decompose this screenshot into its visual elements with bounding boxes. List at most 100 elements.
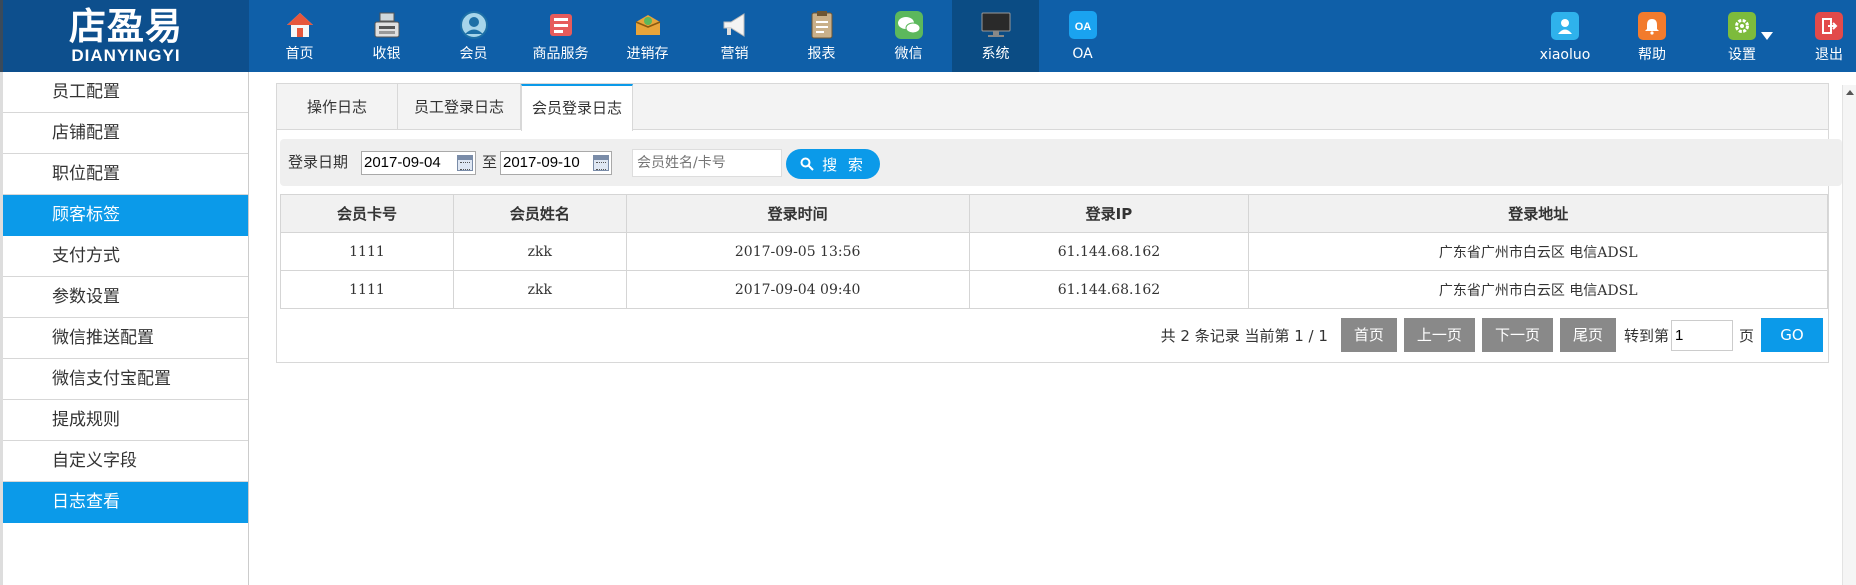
- tab-staff-login-log[interactable]: 员工登录日志: [398, 84, 521, 130]
- sidebar-item-payment-methods[interactable]: 支付方式: [3, 236, 248, 277]
- product-icon: [544, 8, 578, 42]
- sidebar-item-store-config[interactable]: 店铺配置: [3, 113, 248, 154]
- cell-login-ip: 61.144.68.162: [968, 232, 1250, 271]
- logout-icon: [1815, 12, 1843, 40]
- calendar-icon[interactable]: [593, 155, 609, 171]
- member-icon: [457, 8, 491, 42]
- search-button-label: 搜 索: [822, 155, 866, 174]
- pagination-info: 共 2 条记录 当前第 1 / 1: [1160, 326, 1328, 345]
- page-number-input[interactable]: [1670, 319, 1733, 351]
- nav-label: 商品服务: [532, 46, 589, 62]
- sidebar: 员工配置 店铺配置 职位配置 顾客标签 支付方式 参数设置 微信推送配置 微信支…: [0, 72, 249, 585]
- nav-label: OA: [1072, 46, 1093, 62]
- nav-label: 收银: [372, 46, 401, 62]
- filter-bar: 登录日期 2017-09-04 至 2017-09-10 搜 索: [280, 139, 1842, 186]
- last-page-button[interactable]: 尾页: [1559, 318, 1616, 352]
- nav-item-system[interactable]: 系统: [952, 0, 1039, 72]
- vertical-scrollbar[interactable]: [1842, 85, 1856, 585]
- nav-item-product[interactable]: 商品服务: [517, 0, 604, 72]
- start-date-value: 2017-09-04: [364, 154, 441, 171]
- gear-icon: [1728, 12, 1756, 40]
- column-header-login-time: 登录时间: [625, 194, 970, 233]
- sidebar-item-wechat-alipay[interactable]: 微信支付宝配置: [3, 359, 248, 400]
- cell-login-time: 2017-09-05 13:56: [625, 232, 970, 271]
- nav-item-oa[interactable]: OA OA: [1039, 0, 1126, 72]
- top-navigation-bar: 店盈易 DIANYINGYI 首页 收银 会员 商品服务 进销存 营销 报表 微…: [0, 0, 1856, 72]
- prev-page-button[interactable]: 上一页: [1403, 318, 1475, 352]
- sidebar-item-commission-rules[interactable]: 提成规则: [3, 400, 248, 441]
- settings-label: 设置: [1728, 47, 1756, 63]
- cash-register-icon: [370, 8, 404, 42]
- sidebar-item-wechat-push[interactable]: 微信推送配置: [3, 318, 248, 359]
- nav-label: 营销: [720, 46, 749, 62]
- cell-login-time: 2017-09-04 09:40: [625, 270, 970, 309]
- cell-login-address: 广东省广州市白云区 电信ADSL: [1248, 270, 1828, 309]
- logout-label: 退出: [1815, 47, 1843, 63]
- go-button[interactable]: GO: [1761, 318, 1823, 352]
- settings-button[interactable]: 设置: [1725, 0, 1759, 72]
- search-input[interactable]: [632, 149, 782, 177]
- column-header-card-no: 会员卡号: [280, 194, 454, 233]
- to-label: 至: [482, 153, 498, 171]
- cell-login-address: 广东省广州市白云区 电信ADSL: [1248, 232, 1828, 271]
- logo: 店盈易 DIANYINGYI: [0, 0, 249, 72]
- nav-label: 报表: [807, 46, 836, 62]
- first-page-button[interactable]: 首页: [1340, 318, 1397, 352]
- table-row: 1111 zkk 2017-09-05 13:56 61.144.68.162 …: [280, 232, 1828, 271]
- cell-member-name: zkk: [452, 270, 627, 309]
- sidebar-item-parameter-settings[interactable]: 参数设置: [3, 277, 248, 318]
- user-icon: [1551, 12, 1579, 40]
- megaphone-icon: [718, 8, 752, 42]
- cell-card-no: 1111: [280, 270, 454, 309]
- sidebar-item-custom-fields[interactable]: 自定义字段: [3, 441, 248, 482]
- sidebar-item-log-view[interactable]: 日志查看: [3, 482, 248, 523]
- user-menu[interactable]: xiaoluo: [1534, 0, 1596, 72]
- nav-item-member[interactable]: 会员: [430, 0, 517, 72]
- sidebar-item-position-config[interactable]: 职位配置: [3, 154, 248, 195]
- tab-member-login-log[interactable]: 会员登录日志: [521, 84, 633, 131]
- report-icon: [805, 8, 839, 42]
- nav-item-wechat[interactable]: 微信: [865, 0, 952, 72]
- search-icon: [800, 157, 814, 171]
- nav-item-cashier[interactable]: 收银: [343, 0, 430, 72]
- logo-text-cn: 店盈易: [69, 5, 183, 48]
- help-button[interactable]: 帮助: [1635, 0, 1669, 72]
- inventory-icon: [631, 8, 665, 42]
- nav-label: 系统: [981, 46, 1010, 62]
- scroll-up-arrow-icon[interactable]: [1846, 90, 1854, 95]
- nav-label: 微信: [894, 46, 923, 62]
- pagination: 共 2 条记录 当前第 1 / 1 首页 上一页 下一页 尾页 转到第 页 GO: [1161, 318, 1823, 352]
- calendar-icon[interactable]: [457, 155, 473, 171]
- tab-bar: 操作日志 员工登录日志 会员登录日志: [277, 84, 1828, 131]
- sidebar-item-staff-config[interactable]: 员工配置: [3, 72, 248, 113]
- sidebar-item-customer-tags[interactable]: 顾客标签: [3, 195, 248, 236]
- page-unit-label: 页: [1738, 326, 1754, 345]
- user-name: xiaoluo: [1539, 47, 1591, 63]
- logout-button[interactable]: 退出: [1812, 0, 1846, 72]
- nav-item-inventory[interactable]: 进销存: [604, 0, 691, 72]
- wechat-icon: [892, 8, 926, 42]
- nav-item-report[interactable]: 报表: [778, 0, 865, 72]
- oa-icon: OA: [1066, 8, 1100, 42]
- start-date-input[interactable]: 2017-09-04: [361, 151, 476, 175]
- chevron-down-icon[interactable]: [1761, 32, 1773, 40]
- end-date-input[interactable]: 2017-09-10: [500, 151, 612, 175]
- column-header-login-ip: 登录IP: [968, 194, 1250, 233]
- cell-member-name: zkk: [452, 232, 627, 271]
- log-panel: 操作日志 员工登录日志 会员登录日志 登录日期 2017-09-04 至 201…: [276, 83, 1842, 363]
- tab-operation-log[interactable]: 操作日志: [277, 84, 398, 130]
- nav-label: 会员: [459, 46, 488, 62]
- svg-text:OA: OA: [1074, 21, 1091, 33]
- house-icon: [283, 8, 317, 42]
- bell-icon: [1638, 12, 1666, 40]
- next-page-button[interactable]: 下一页: [1481, 318, 1553, 352]
- nav-item-marketing[interactable]: 营销: [691, 0, 778, 72]
- nav-item-home[interactable]: 首页: [256, 0, 343, 72]
- column-header-member-name: 会员姓名: [452, 194, 627, 233]
- cell-login-ip: 61.144.68.162: [968, 270, 1250, 309]
- search-button[interactable]: 搜 索: [786, 149, 880, 179]
- help-label: 帮助: [1638, 47, 1666, 63]
- table-header-row: 会员卡号 会员姓名 登录时间 登录IP 登录地址: [280, 194, 1828, 233]
- cell-card-no: 1111: [280, 232, 454, 271]
- table-row: 1111 zkk 2017-09-04 09:40 61.144.68.162 …: [280, 270, 1828, 309]
